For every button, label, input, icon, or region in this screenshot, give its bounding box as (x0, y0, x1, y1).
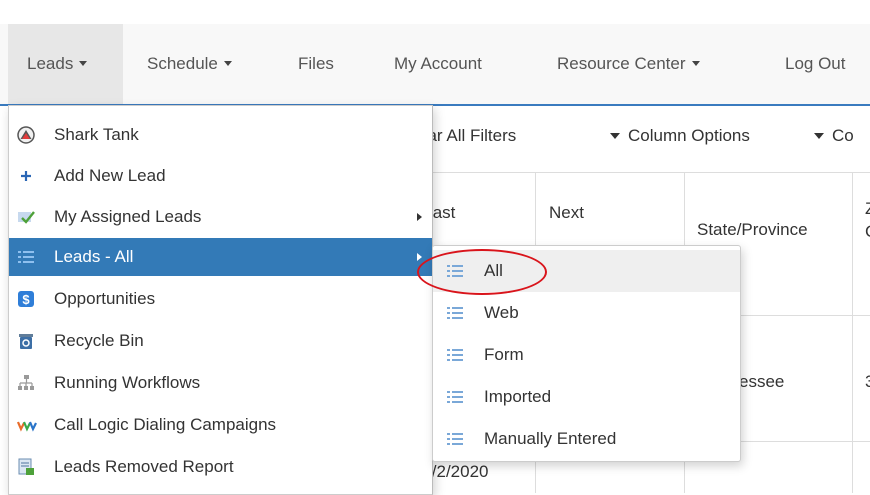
nav-resource-center[interactable]: Resource Center (557, 24, 700, 104)
main-navbar: Leads Schedule Files My Account Resource… (0, 24, 870, 106)
menu-item-add-new-lead[interactable]: Add New Lead (9, 158, 432, 194)
header-state-province[interactable]: State/Province (697, 220, 808, 240)
menu-item-label: Running Workflows (54, 373, 201, 392)
header-extra-bottom-label: C (865, 222, 870, 241)
submenu-arrow-icon (417, 213, 422, 221)
recycle-bin-icon (17, 332, 35, 350)
menu-item-recycle-bin[interactable]: Recycle Bin (9, 322, 432, 360)
submenu-arrow-icon (417, 253, 422, 261)
browser-top-strip (0, 0, 870, 25)
state-value: essee (739, 372, 785, 391)
menu-item-label: Call Logic Dialing Campaigns (54, 415, 277, 434)
assigned-icon (17, 208, 35, 226)
cell-date-value: l/2/2020 (428, 462, 489, 482)
nav-log-out[interactable]: Log Out (785, 24, 846, 104)
header-extra-top-label: Z (865, 199, 870, 218)
caret-down-icon (610, 132, 620, 139)
column-options-label: Column Options (628, 126, 750, 145)
submenu-item-label: Web (484, 303, 519, 322)
plus-icon (17, 167, 35, 185)
svg-text:$: $ (22, 292, 30, 307)
menu-item-opportunities[interactable]: $ Opportunities (9, 280, 432, 318)
nav-schedule-label: Schedule (147, 54, 218, 73)
nav-resource-center-label: Resource Center (557, 54, 686, 73)
nav-my-account[interactable]: My Account (394, 24, 482, 104)
extra-value: 3 (865, 372, 870, 391)
list-icon (447, 389, 463, 405)
header-next-label: Next (549, 203, 584, 222)
nav-leads-label: Leads (27, 54, 74, 73)
menu-item-label: Recycle Bin (54, 331, 144, 350)
menu-item-label: Shark Tank (54, 125, 139, 144)
table-col-divider (852, 172, 853, 493)
annotation-circle (417, 249, 547, 295)
leads-dropdown-menu: Shark Tank Add New Lead My Assigned Lead… (8, 105, 433, 495)
menu-item-call-logic-dialing-campaigns[interactable]: Call Logic Dialing Campaigns (9, 406, 432, 444)
report-icon (17, 458, 35, 476)
nav-my-account-label: My Account (394, 54, 482, 73)
cell-extra-value: 3 (865, 372, 870, 392)
dollar-icon: $ (17, 290, 35, 308)
caret-down-icon (814, 132, 824, 139)
menu-item-label: Add New Lead (54, 166, 166, 185)
call-logic-icon (17, 416, 37, 434)
column-options-button[interactable]: Column Options (610, 126, 750, 146)
list-icon (447, 305, 463, 321)
workflow-icon (17, 374, 35, 392)
menu-item-shark-tank[interactable]: Shark Tank (9, 116, 432, 154)
shark-icon (17, 126, 35, 144)
submenu-item-form[interactable]: Form (433, 334, 740, 376)
menu-item-my-assigned-leads[interactable]: My Assigned Leads (9, 198, 432, 236)
toolbar-cut-label: Co (832, 126, 854, 145)
nav-log-out-label: Log Out (785, 54, 846, 73)
chevron-down-icon (79, 61, 88, 67)
menu-item-label: Leads Removed Report (54, 457, 234, 476)
header-state-label: State/Province (697, 220, 808, 239)
header-extra-bottom: C (865, 222, 870, 242)
submenu-item-manually-entered[interactable]: Manually Entered (433, 418, 740, 460)
menu-item-label: My Assigned Leads (54, 207, 202, 226)
submenu-item-web[interactable]: Web (433, 292, 740, 334)
submenu-item-label: Imported (484, 387, 552, 406)
submenu-item-label: Manually Entered (484, 429, 617, 448)
menu-item-running-workflows[interactable]: Running Workflows (9, 364, 432, 402)
nav-files-label: Files (298, 54, 334, 73)
header-extra-top: Z (865, 199, 870, 219)
menu-item-label: Leads - All (54, 247, 134, 266)
toolbar-cut-item[interactable]: Co (814, 126, 854, 146)
chevron-down-icon (223, 61, 232, 67)
date-value: l/2/2020 (428, 462, 489, 481)
chevron-down-icon (691, 61, 700, 67)
list-icon (447, 431, 463, 447)
cell-state-value: essee (739, 372, 784, 392)
nav-schedule[interactable]: Schedule (147, 24, 232, 104)
nav-leads[interactable]: Leads (8, 24, 123, 104)
nav-files[interactable]: Files (298, 24, 334, 104)
submenu-item-label: Form (484, 345, 524, 364)
submenu-item-imported[interactable]: Imported (433, 376, 740, 418)
list-icon (447, 347, 463, 363)
list-icon (17, 248, 35, 266)
menu-item-leads-removed-report[interactable]: Leads Removed Report (9, 448, 432, 486)
menu-item-leads-all[interactable]: Leads - All (9, 238, 432, 276)
menu-item-label: Opportunities (54, 289, 156, 308)
table-top-border (418, 172, 870, 173)
header-next[interactable]: Next (549, 203, 584, 223)
